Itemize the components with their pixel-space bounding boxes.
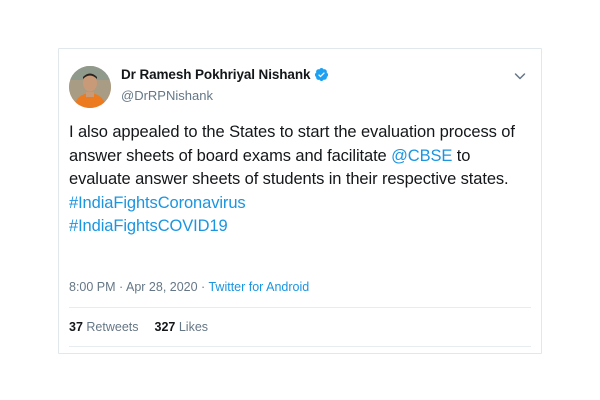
retweets-stat[interactable]: 37 Retweets — [69, 320, 139, 334]
tweet-date[interactable]: Apr 28, 2020 — [126, 280, 198, 294]
retweets-count: 37 — [69, 320, 83, 334]
hashtag-link-2[interactable]: #IndiaFightsCOVID19 — [69, 217, 228, 235]
likes-stat[interactable]: 327 Likes — [155, 320, 209, 334]
tweet-meta: 8:00 PM · Apr 28, 2020 · Twitter for And… — [69, 280, 309, 294]
author-display-name[interactable]: Dr Ramesh Pokhriyal Nishank — [121, 67, 310, 82]
likes-count: 327 — [154, 320, 176, 334]
tweet-text: I also appealed to the States to start t… — [69, 121, 529, 239]
likes-label: Likes — [178, 320, 209, 334]
author-handle[interactable]: @DrRPNishank — [121, 88, 213, 103]
tweet-source-link[interactable]: Twitter for Android — [208, 280, 309, 294]
meta-separator: · — [115, 280, 126, 294]
author-name-row: Dr Ramesh Pokhriyal Nishank — [121, 67, 329, 82]
tweet-card: Dr Ramesh Pokhriyal Nishank @DrRPNishank… — [58, 48, 542, 354]
divider — [69, 346, 531, 347]
verified-badge-icon — [314, 67, 329, 82]
hashtag-link-1[interactable]: #IndiaFightsCoronavirus — [69, 194, 246, 212]
meta-separator: · — [197, 280, 209, 294]
divider — [69, 307, 531, 308]
avatar[interactable] — [69, 66, 111, 108]
tweet-stats: 37 Retweets 327 Likes — [69, 320, 208, 334]
tweet-time[interactable]: 8:00 PM — [69, 280, 116, 294]
chevron-down-icon[interactable] — [513, 69, 527, 83]
retweets-label: Retweets — [86, 320, 139, 334]
mention-cbse-link[interactable]: @CBSE — [391, 147, 452, 165]
avatar-image — [69, 66, 111, 108]
